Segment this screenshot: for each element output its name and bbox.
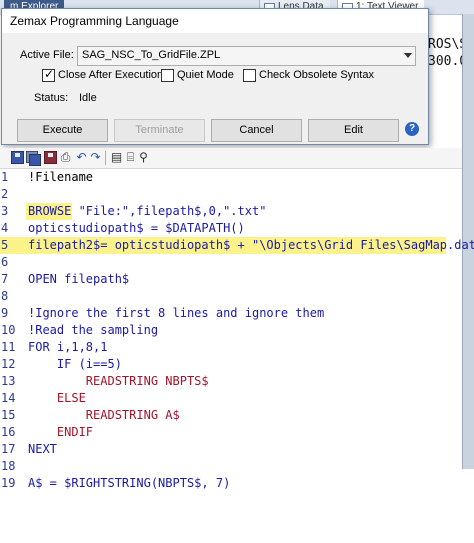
- line-number: 19: [1, 476, 16, 490]
- checkmark-icon: ✓: [44, 67, 55, 81]
- check-obsolete-syntax-checkbox[interactable]: [243, 69, 256, 82]
- line-number: 6: [1, 255, 9, 269]
- code-line: 9 !Ignore the first 8 lines and ignore t…: [0, 305, 462, 322]
- code-line: 14 ELSE: [0, 390, 462, 407]
- line-number: 2: [1, 187, 9, 201]
- toolbar-separator: [105, 151, 106, 165]
- code-line: 18: [0, 458, 462, 475]
- line-text: !Filename: [28, 170, 94, 184]
- close-after-execution-checkbox[interactable]: ✓: [42, 67, 55, 82]
- code-line: 2: [0, 186, 462, 203]
- line-number: 1: [1, 170, 9, 184]
- line-text: A$ = $RIGHTSTRING(NBPTS$, 7): [28, 476, 231, 490]
- code-line: 13 READSTRING NBPTS$: [0, 373, 462, 390]
- code-line: 11 FOR i,1,8,1: [0, 339, 462, 356]
- code-line: 4 opticstudiopath$ = $DATAPATH(): [0, 220, 462, 237]
- editor-toolbar: ⎙ ↶ ↷ ▤ ⌸ ⚲: [0, 148, 462, 169]
- zpl-dialog: Zemax Programming Language Active File: …: [1, 8, 429, 145]
- code-line: 19 A$ = $RIGHTSTRING(NBPTS$, 7): [0, 475, 462, 492]
- bookmark-icon[interactable]: ▤: [110, 151, 123, 164]
- line-number: 3: [1, 204, 9, 218]
- status-label: Status:: [34, 92, 69, 104]
- help-icon[interactable]: ?: [405, 122, 419, 136]
- code-line: 16 ENDIF: [0, 424, 462, 441]
- dialog-titlebar[interactable]: Zemax Programming Language: [2, 9, 428, 33]
- code-line: 3 BROWSE "File:",filepath$,0,".txt": [0, 203, 462, 220]
- line-number: 5: [1, 238, 9, 252]
- save-all-icon[interactable]: [26, 151, 41, 166]
- cancel-button[interactable]: Cancel: [211, 119, 302, 142]
- line-text: READSTRING NBPTS$: [28, 374, 209, 388]
- line-text: READSTRING A$: [28, 408, 180, 422]
- code-line: 1 !Filename: [0, 169, 462, 186]
- line-text: opticstudiopath$ = $DATAPATH(): [28, 221, 245, 235]
- terminate-button[interactable]: Terminate: [114, 119, 205, 142]
- line-number: 16: [1, 425, 16, 439]
- print-icon[interactable]: ⎙: [59, 151, 72, 164]
- line-number: 14: [1, 391, 16, 405]
- close-after-execution-label: Close After Execution: [58, 69, 164, 81]
- dialog-title: Zemax Programming Language: [10, 14, 179, 28]
- find-icon[interactable]: ⌸: [124, 151, 137, 164]
- line-text: ELSE: [28, 391, 86, 405]
- code-line: 15 READSTRING A$: [0, 407, 462, 424]
- line-text: !Ignore the first 8 lines and ignore the…: [28, 306, 325, 320]
- chevron-down-icon: [404, 53, 412, 58]
- active-file-label: Active File:: [20, 49, 74, 61]
- code-line: 6: [0, 254, 462, 271]
- zoom-icon[interactable]: ⚲: [137, 151, 150, 164]
- edit-button[interactable]: Edit: [308, 119, 399, 142]
- code-line: 12 IF (i==5): [0, 356, 462, 373]
- line-number: 18: [1, 459, 16, 473]
- line-text: OPEN filepath$: [28, 272, 130, 286]
- active-file-value: SAG_NSC_To_GridFile.ZPL: [82, 49, 221, 61]
- code-line: 8: [0, 288, 462, 305]
- line-number: 13: [1, 374, 16, 388]
- undo-icon[interactable]: ↶: [75, 151, 88, 164]
- save-icon[interactable]: [11, 151, 24, 164]
- line-number: 7: [1, 272, 9, 286]
- line-number: 17: [1, 442, 16, 456]
- line-text: filepath2$= opticstudiopath$ + "\Objects…: [28, 238, 474, 252]
- line-text: FOR i,1,8,1: [28, 340, 108, 354]
- code-line: 10 !Read the sampling: [0, 322, 462, 339]
- code-line: 7 OPEN filepath$: [0, 271, 462, 288]
- execute-button[interactable]: Execute: [17, 119, 108, 142]
- quiet-mode-label: Quiet Mode: [177, 69, 234, 81]
- check-obsolete-syntax-label: Check Obsolete Syntax: [259, 69, 374, 81]
- code-editor[interactable]: ⎙ ↶ ↷ ▤ ⌸ ⚲ 1 !Filename 2 3 BROWSE "File…: [0, 148, 474, 490]
- line-text: IF (i==5): [28, 357, 122, 371]
- line-number: 10: [1, 323, 16, 337]
- save-as-icon[interactable]: [44, 151, 57, 164]
- line-text: BROWSE "File:",filepath$,0,".txt": [28, 204, 267, 218]
- code-line: 5 filepath2$= opticstudiopath$ + "\Objec…: [0, 237, 474, 254]
- code-line: 17 NEXT: [0, 441, 462, 458]
- line-number: 4: [1, 221, 9, 235]
- quiet-mode-checkbox[interactable]: [161, 69, 174, 82]
- line-number: 8: [1, 289, 9, 303]
- line-number: 11: [1, 340, 16, 354]
- line-number: 9: [1, 306, 9, 320]
- line-number: 12: [1, 357, 16, 371]
- line-number: 15: [1, 408, 16, 422]
- line-text: !Read the sampling: [28, 323, 159, 337]
- line-text: NEXT: [28, 442, 57, 456]
- redo-icon[interactable]: ↷: [89, 151, 102, 164]
- status-value: Idle: [79, 92, 97, 104]
- line-text: ENDIF: [28, 425, 94, 439]
- active-file-select[interactable]: SAG_NSC_To_GridFile.ZPL: [77, 46, 416, 66]
